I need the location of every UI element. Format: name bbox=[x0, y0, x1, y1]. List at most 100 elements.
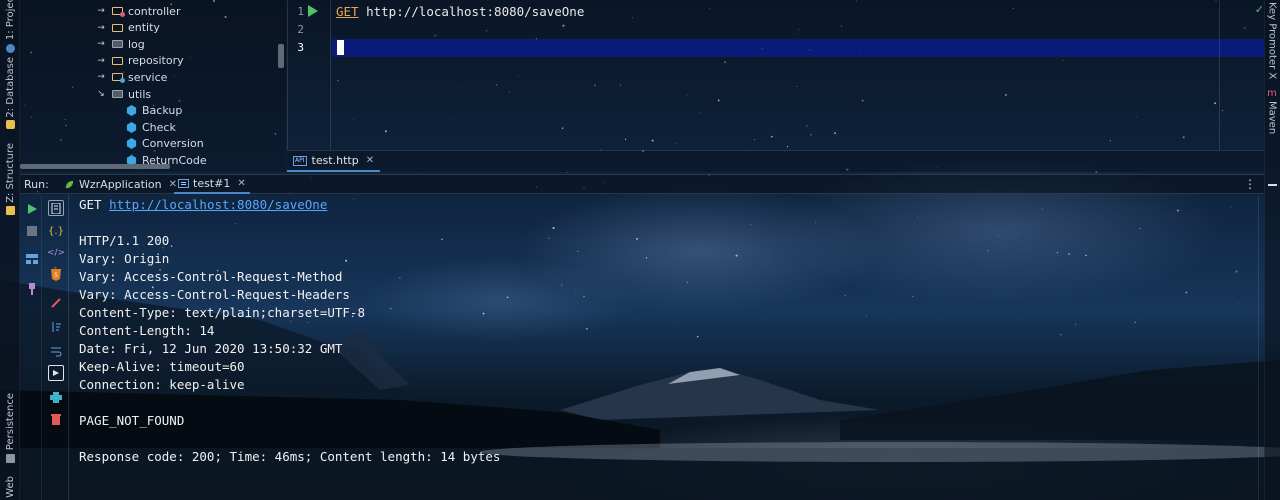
run-tab-test1[interactable]: test#1 ✕ bbox=[174, 175, 250, 194]
tree-item-package[interactable]: ↘ utils bbox=[96, 86, 151, 102]
response-request-method: GET bbox=[79, 197, 102, 212]
stop-icon[interactable] bbox=[24, 223, 40, 239]
response-output[interactable]: GET http://localhost:8080/saveOne HTTP/1… bbox=[79, 196, 1259, 466]
soft-wrap-icon[interactable] bbox=[48, 343, 64, 359]
response-header: Connection: keep-alive bbox=[79, 377, 245, 392]
xml-icon[interactable]: </> bbox=[47, 245, 65, 261]
run-label: Run: bbox=[24, 178, 49, 191]
request-summary-line: GET http://localhost:8080/saveOne bbox=[79, 196, 1259, 214]
output-scrollbar[interactable] bbox=[1258, 196, 1264, 500]
tree-horizontal-scrollbar[interactable] bbox=[20, 164, 170, 169]
print-icon[interactable] bbox=[48, 389, 64, 405]
tree-item-class[interactable]: Check bbox=[126, 119, 176, 135]
tree-item-label: repository bbox=[128, 54, 184, 68]
sort-icon[interactable] bbox=[48, 319, 64, 335]
close-icon[interactable]: ✕ bbox=[237, 178, 245, 189]
run-tab-wzrapplication[interactable]: WzrApplication ✕ bbox=[60, 175, 181, 194]
star bbox=[567, 171, 568, 173]
persistence-icon bbox=[5, 453, 15, 463]
tree-item-label: Backup bbox=[142, 104, 183, 118]
status-line: HTTP/1.1 200 bbox=[79, 233, 170, 248]
rerun-icon[interactable] bbox=[24, 201, 40, 217]
close-icon[interactable]: ✕ bbox=[366, 155, 374, 166]
response-header: Content-Type: text/plain;charset=UTF-8 bbox=[79, 305, 365, 320]
clear-output-icon[interactable] bbox=[48, 295, 64, 311]
current-line-highlight bbox=[332, 39, 1264, 57]
tree-item-package[interactable]: → repository bbox=[96, 53, 184, 69]
tree-item-label: Conversion bbox=[142, 137, 204, 151]
tree-item-package[interactable]: → service bbox=[96, 69, 167, 85]
run-toolbar bbox=[20, 195, 42, 500]
line-number: 3 bbox=[297, 41, 304, 54]
layout-icon[interactable] bbox=[24, 251, 40, 267]
expand-arrow-icon[interactable]: → bbox=[96, 23, 106, 33]
line-number: 1 bbox=[297, 5, 304, 18]
expand-arrow-icon[interactable]: → bbox=[96, 39, 106, 49]
response-header: Vary: Access-Control-Request-Headers bbox=[79, 287, 350, 302]
tab-test-http[interactable]: API test.http ✕ bbox=[287, 151, 381, 172]
spring-boot-icon bbox=[65, 180, 74, 189]
tab-web[interactable]: Web bbox=[0, 474, 20, 500]
tab-database[interactable]: 2: Database bbox=[0, 57, 20, 130]
editor-gutter: 1 2 3 bbox=[288, 0, 331, 150]
request-line[interactable]: GET http://localhost:8080/saveOne bbox=[336, 4, 584, 19]
tree-item-class[interactable]: Backup bbox=[126, 103, 182, 119]
folder-gray-icon bbox=[112, 90, 123, 98]
inspection-ok-icon[interactable]: ✓ bbox=[1255, 3, 1264, 16]
class-icon bbox=[126, 138, 137, 150]
request-method: GET bbox=[336, 4, 359, 19]
line-number: 2 bbox=[297, 23, 304, 36]
tab-structure[interactable]: Z: Structure bbox=[0, 143, 20, 215]
scroll-to-end-icon[interactable] bbox=[48, 365, 64, 381]
pin-icon[interactable] bbox=[24, 281, 40, 297]
tree-item-label: Check bbox=[142, 120, 176, 134]
tree-item-class[interactable]: Conversion bbox=[126, 136, 204, 152]
response-header: Date: Fri, 12 Jun 2020 13:50:32 GMT bbox=[79, 341, 343, 356]
run-tab-label: WzrApplication bbox=[79, 178, 162, 191]
http-editor[interactable]: 1 2 3 GET http://localhost:8080/saveOne … bbox=[287, 0, 1264, 150]
project-tree[interactable]: → controller → entity → log → repository → servic… bbox=[20, 0, 286, 172]
expand-arrow-icon[interactable]: → bbox=[96, 72, 106, 82]
folder-gray-icon bbox=[112, 40, 123, 49]
expand-arrow-icon[interactable]: → bbox=[96, 6, 106, 16]
tree-item-label: entity bbox=[128, 21, 160, 35]
output-toolbar: {.} </> 5 bbox=[43, 195, 69, 500]
tree-item-label: service bbox=[128, 70, 168, 84]
request-url: http://localhost:8080/saveOne bbox=[366, 4, 585, 19]
tab-persistence-label: Persistence bbox=[4, 393, 16, 451]
http-request-icon bbox=[178, 179, 189, 188]
tab-project-label: 1: Project bbox=[4, 0, 16, 41]
more-options-icon[interactable]: ⋮ bbox=[1244, 177, 1256, 191]
run-tab-label: test#1 bbox=[193, 177, 231, 190]
structure-icon bbox=[5, 205, 15, 215]
view-document-icon[interactable] bbox=[48, 200, 64, 216]
run-request-icon[interactable] bbox=[308, 5, 318, 17]
html-icon[interactable]: 5 bbox=[48, 267, 64, 283]
expand-arrow-icon[interactable]: → bbox=[96, 56, 106, 66]
tab-key-promoter-label: Key Promoter X bbox=[1266, 2, 1278, 80]
folder-icon bbox=[112, 56, 123, 65]
tree-item-package[interactable]: → log bbox=[96, 36, 145, 52]
folder-icon bbox=[112, 23, 123, 32]
tab-persistence[interactable]: Persistence bbox=[0, 392, 20, 464]
expand-arrow-icon[interactable]: ↘ bbox=[96, 89, 106, 99]
text-caret bbox=[337, 40, 344, 55]
tree-item-package[interactable]: → entity bbox=[96, 20, 160, 36]
tree-item-label: controller bbox=[128, 4, 181, 18]
json-icon[interactable]: {.} bbox=[48, 223, 64, 239]
tree-item-package[interactable]: → controller bbox=[96, 3, 180, 19]
tab-maven[interactable]: m Maven bbox=[1264, 88, 1280, 134]
response-summary: Response code: 200; Time: 46ms; Content … bbox=[79, 449, 501, 464]
tab-structure-label: Z: Structure bbox=[4, 143, 16, 203]
tree-item-label: utils bbox=[128, 87, 152, 101]
folder-service-icon bbox=[112, 73, 125, 84]
tree-vertical-scrollbar[interactable] bbox=[278, 44, 284, 68]
minimize-icon[interactable] bbox=[1268, 184, 1277, 186]
tab-key-promoter[interactable]: Key Promoter X bbox=[1264, 2, 1280, 79]
tab-web-label: Web bbox=[4, 476, 16, 498]
delete-icon[interactable] bbox=[48, 411, 64, 427]
tab-project[interactable]: 1: Project bbox=[0, 0, 20, 53]
request-url-link[interactable]: http://localhost:8080/saveOne bbox=[109, 197, 327, 212]
